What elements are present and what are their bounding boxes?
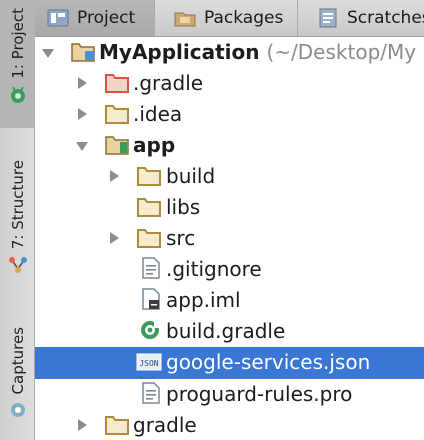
root-label: MyApplication (~/Desktop/My [99,40,416,64]
tree-row-label: app.iml [166,288,241,312]
module-folder-icon [105,136,129,155]
gradle-icon [141,321,161,339]
tab-project[interactable]: Project [35,0,155,36]
collapsed-arrow-icon[interactable] [75,76,89,90]
tree-row-label: .gitignore [166,257,262,281]
tab-packages-label: Packages [204,8,284,28]
tree-row-label: build.gradle [166,319,286,343]
tree-row-label: .gradle [133,71,204,95]
scratches-icon [319,8,337,28]
text-file-icon [142,382,160,404]
module-folder-icon [71,43,95,62]
project-icon [47,9,69,27]
tree-row-label: google-services.json [166,350,371,374]
svg-text:JSON: JSON [139,359,158,368]
tree-row-label: .idea [133,102,183,126]
root-path-hint: (~/Desktop/My [266,40,417,64]
tree-row-label: src [166,226,196,250]
packages-icon [174,12,196,27]
folder-icon [137,167,161,186]
folder-icon [137,198,161,217]
collapsed-arrow-icon[interactable] [107,169,121,183]
collapsed-arrow-icon[interactable] [107,231,121,245]
tree-row-label: app [133,133,176,157]
tab-scratches-label: Scratches [347,8,424,28]
expand-arrow-icon[interactable] [41,46,55,60]
captures-tool-label: Captures [8,327,27,395]
tree-row-gradle[interactable]: gradle [35,410,424,440]
iml-file-icon [142,288,160,310]
tree-row-google-services-json[interactable]: JSON google-services.json [35,347,424,379]
project-tool-label: 1: Project [8,8,27,79]
collapsed-arrow-icon[interactable] [75,418,89,432]
tree-row-root[interactable]: MyApplication (~/Desktop/My [35,37,424,68]
folder-icon [137,229,161,248]
tree-row-idea[interactable]: .idea [35,99,424,130]
captures-icon [10,403,25,418]
tree-row-gradle-dir[interactable]: .gradle [35,68,424,99]
tree-row-libs[interactable]: libs [35,192,424,223]
structure-icon [8,257,27,274]
collapsed-arrow-icon[interactable] [75,107,89,121]
structure-tool-label: 7: Structure [8,160,27,250]
tab-scratches[interactable]: Scratches [305,0,424,36]
captures-tool-button[interactable]: Captures [0,327,35,440]
project-tree: MyApplication (~/Desktop/My .gradle .ide… [35,37,424,440]
root-name: MyApplication [99,40,260,64]
tool-window-strip: 1: Project 7: Structure Captures [0,0,35,440]
tree-row-proguard-rules[interactable]: proguard-rules.pro [35,379,424,410]
tree-row-gitignore[interactable]: .gitignore [35,254,424,285]
folder-icon [105,74,129,93]
tab-project-label: Project [77,8,136,28]
folder-icon [105,416,129,435]
tree-row-label: libs [166,195,201,219]
tree-row-build-dir[interactable]: build [35,161,424,192]
expand-arrow-icon[interactable] [75,139,89,153]
json-file-icon: JSON [136,353,162,371]
tree-row-label: proguard-rules.pro [166,382,353,406]
tree-row-label: build [166,164,216,188]
tree-row-label: gradle [133,413,197,437]
tab-packages[interactable]: Packages [162,0,298,36]
tree-row-app[interactable]: app [35,130,424,161]
view-tab-bar: Project Packages Scratches [35,0,424,37]
project-tool-button[interactable]: 1: Project [0,0,35,128]
text-file-icon [142,257,160,279]
android-icon [10,86,25,103]
tree-row-src[interactable]: src [35,223,424,254]
structure-tool-button[interactable]: 7: Structure [0,160,35,295]
folder-icon [105,105,129,124]
tree-row-app-iml[interactable]: app.iml [35,285,424,316]
tree-row-build-gradle[interactable]: build.gradle [35,316,424,347]
